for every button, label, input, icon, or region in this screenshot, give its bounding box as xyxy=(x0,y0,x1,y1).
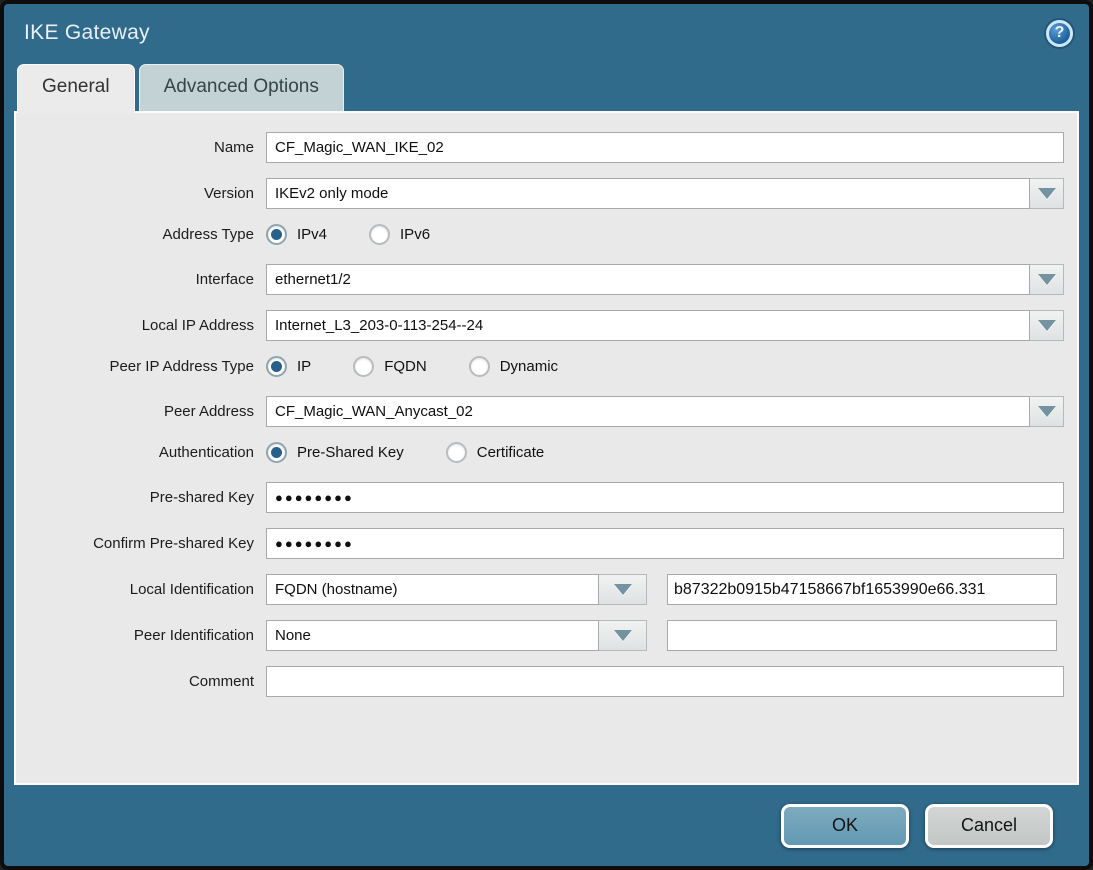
pre-shared-key-row: Pre-shared Key xyxy=(16,482,1077,513)
confirm-pre-shared-key-input[interactable] xyxy=(266,528,1064,559)
auth-pre-shared-key-label: Pre-Shared Key xyxy=(297,444,404,461)
peer-ip-type-fqdn-radio[interactable]: FQDN xyxy=(353,356,427,377)
confirm-pre-shared-key-row: Confirm Pre-shared Key xyxy=(16,528,1077,559)
address-type-ipv6-label: IPv6 xyxy=(400,226,430,243)
tab-strip: General Advanced Options xyxy=(4,62,1089,111)
address-type-ipv4-radio[interactable]: IPv4 xyxy=(266,224,327,245)
radio-selected-icon xyxy=(266,224,287,245)
local-identification-value-input[interactable] xyxy=(667,574,1057,605)
title-bar: IKE Gateway ? xyxy=(4,4,1089,62)
pre-shared-key-label: Pre-shared Key xyxy=(16,489,266,506)
tab-advanced-options[interactable]: Advanced Options xyxy=(139,64,344,111)
chevron-down-icon xyxy=(1038,406,1056,417)
interface-select[interactable]: ethernet1/2 xyxy=(266,264,1064,295)
local-ip-address-select[interactable]: Internet_L3_203-0-113-254--24 xyxy=(266,310,1064,341)
peer-ip-address-type-row: Peer IP Address Type IP FQDN Dynamic xyxy=(16,356,1077,377)
authentication-row: Authentication Pre-Shared Key Certificat… xyxy=(16,442,1077,463)
version-row: Version IKEv2 only mode xyxy=(16,178,1077,209)
radio-selected-icon xyxy=(266,442,287,463)
local-identification-type-select[interactable]: FQDN (hostname) xyxy=(266,574,647,605)
local-ip-address-dropdown-button[interactable] xyxy=(1030,310,1064,341)
help-icon[interactable]: ? xyxy=(1046,20,1073,47)
local-ip-address-label: Local IP Address xyxy=(16,317,266,334)
confirm-pre-shared-key-label: Confirm Pre-shared Key xyxy=(16,535,266,552)
address-type-ipv4-label: IPv4 xyxy=(297,226,327,243)
name-label: Name xyxy=(16,139,266,156)
version-value: IKEv2 only mode xyxy=(266,178,1030,209)
dialog-title: IKE Gateway xyxy=(24,21,150,45)
interface-value: ethernet1/2 xyxy=(266,264,1030,295)
peer-ip-type-fqdn-label: FQDN xyxy=(384,358,427,375)
peer-ip-type-dynamic-label: Dynamic xyxy=(500,358,558,375)
address-type-row: Address Type IPv4 IPv6 xyxy=(16,224,1077,245)
radio-unselected-icon xyxy=(353,356,374,377)
chevron-down-icon xyxy=(614,584,632,595)
peer-ip-address-type-label: Peer IP Address Type xyxy=(16,358,266,375)
peer-identification-type-value: None xyxy=(266,620,599,651)
tab-general-label: General xyxy=(42,76,110,97)
peer-ip-type-ip-label: IP xyxy=(297,358,311,375)
local-identification-row: Local Identification FQDN (hostname) xyxy=(16,574,1077,605)
cancel-button[interactable]: Cancel xyxy=(925,804,1053,848)
interface-label: Interface xyxy=(16,271,266,288)
peer-address-value: CF_Magic_WAN_Anycast_02 xyxy=(266,396,1030,427)
chevron-down-icon xyxy=(1038,274,1056,285)
authentication-label: Authentication xyxy=(16,444,266,461)
local-ip-address-value: Internet_L3_203-0-113-254--24 xyxy=(266,310,1030,341)
tab-general[interactable]: General xyxy=(17,64,135,113)
version-label: Version xyxy=(16,185,266,202)
footer-bar: OK Cancel xyxy=(4,785,1089,866)
radio-unselected-icon xyxy=(369,224,390,245)
peer-identification-row: Peer Identification None xyxy=(16,620,1077,651)
peer-identification-dropdown-button[interactable] xyxy=(599,620,647,651)
radio-unselected-icon xyxy=(446,442,467,463)
peer-ip-type-dynamic-radio[interactable]: Dynamic xyxy=(469,356,558,377)
comment-input[interactable] xyxy=(266,666,1064,697)
address-type-label: Address Type xyxy=(16,226,266,243)
help-glyph: ? xyxy=(1055,24,1065,42)
ike-gateway-dialog: IKE Gateway ? General Advanced Options N… xyxy=(0,0,1093,870)
radio-unselected-icon xyxy=(469,356,490,377)
local-identification-label: Local Identification xyxy=(16,581,266,598)
chevron-down-icon xyxy=(1038,320,1056,331)
address-type-ipv6-radio[interactable]: IPv6 xyxy=(369,224,430,245)
peer-identification-label: Peer Identification xyxy=(16,627,266,644)
general-tab-panel: Name Version IKEv2 only mode Address Typ… xyxy=(14,111,1079,785)
peer-identification-type-select[interactable]: None xyxy=(266,620,647,651)
peer-address-select[interactable]: CF_Magic_WAN_Anycast_02 xyxy=(266,396,1064,427)
peer-identification-value-input[interactable] xyxy=(667,620,1057,651)
name-input[interactable] xyxy=(266,132,1064,163)
comment-row: Comment xyxy=(16,666,1077,697)
interface-dropdown-button[interactable] xyxy=(1030,264,1064,295)
local-identification-dropdown-button[interactable] xyxy=(599,574,647,605)
local-identification-type-value: FQDN (hostname) xyxy=(266,574,599,605)
auth-certificate-radio[interactable]: Certificate xyxy=(446,442,545,463)
interface-row: Interface ethernet1/2 xyxy=(16,264,1077,295)
auth-certificate-label: Certificate xyxy=(477,444,545,461)
name-row: Name xyxy=(16,132,1077,163)
peer-address-row: Peer Address CF_Magic_WAN_Anycast_02 xyxy=(16,396,1077,427)
peer-ip-type-ip-radio[interactable]: IP xyxy=(266,356,311,377)
pre-shared-key-input[interactable] xyxy=(266,482,1064,513)
version-dropdown-button[interactable] xyxy=(1030,178,1064,209)
auth-pre-shared-key-radio[interactable]: Pre-Shared Key xyxy=(266,442,404,463)
ok-button[interactable]: OK xyxy=(781,804,909,848)
peer-address-dropdown-button[interactable] xyxy=(1030,396,1064,427)
radio-selected-icon xyxy=(266,356,287,377)
tab-advanced-options-label: Advanced Options xyxy=(164,76,319,97)
chevron-down-icon xyxy=(614,630,632,641)
chevron-down-icon xyxy=(1038,188,1056,199)
comment-label: Comment xyxy=(16,673,266,690)
version-select[interactable]: IKEv2 only mode xyxy=(266,178,1064,209)
peer-address-label: Peer Address xyxy=(16,403,266,420)
local-ip-address-row: Local IP Address Internet_L3_203-0-113-2… xyxy=(16,310,1077,341)
